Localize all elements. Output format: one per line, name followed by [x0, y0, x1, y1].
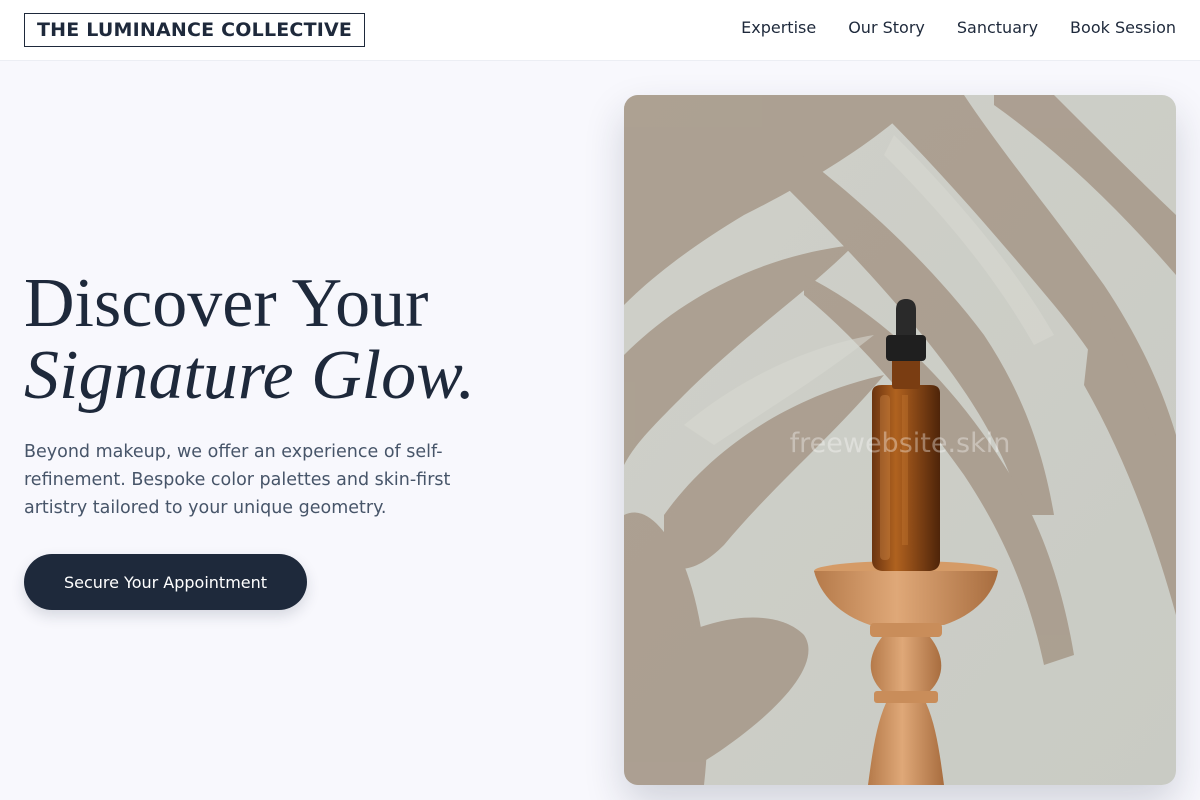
site-header: THE LUMINANCE COLLECTIVE Expertise Our S…	[0, 0, 1200, 61]
nav-link-book-session[interactable]: Book Session	[1070, 17, 1176, 39]
secure-appointment-button[interactable]: Secure Your Appointment	[24, 554, 307, 610]
brand-logo[interactable]: THE LUMINANCE COLLECTIVE	[24, 13, 366, 47]
hero-title: Discover Your Signature Glow.	[24, 268, 584, 412]
hero-photo: freewebsite.skin	[624, 95, 1176, 785]
hero-title-line1: Discover Your	[24, 265, 429, 342]
nav-link-our-story[interactable]: Our Story	[848, 17, 925, 39]
nav-link-sanctuary[interactable]: Sanctuary	[957, 17, 1038, 39]
main-nav: Expertise Our Story Sanctuary Book Sessi…	[741, 17, 1176, 39]
nav-link-expertise[interactable]: Expertise	[741, 17, 816, 39]
hero-title-line2: Signature Glow.	[24, 337, 476, 414]
hero-subtitle: Beyond makeup, we offer an experience of…	[24, 442, 451, 518]
photo-watermark: freewebsite.skin	[789, 428, 1011, 459]
